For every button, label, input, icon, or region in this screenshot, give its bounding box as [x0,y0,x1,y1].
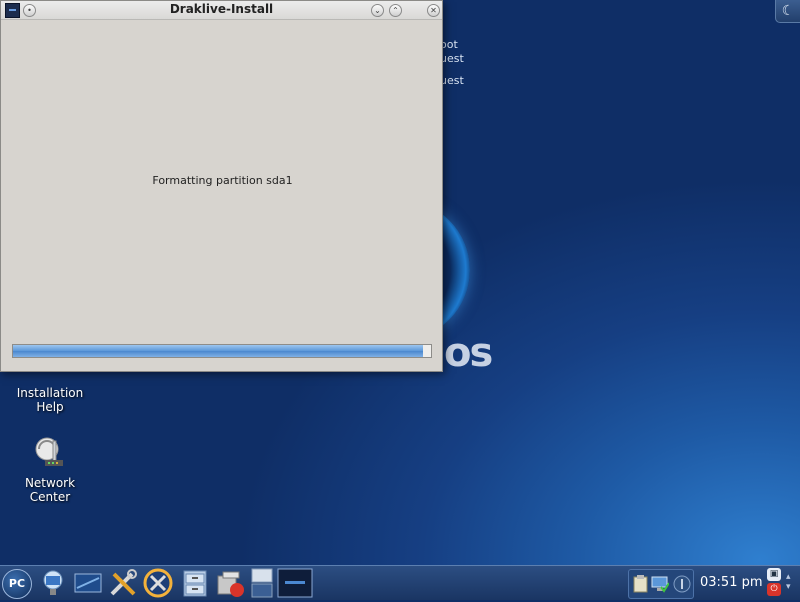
remote-desktop-icon[interactable] [38,568,68,598]
desktop-partial-text: uest [440,74,464,87]
maximize-button[interactable]: ⌃ [389,4,402,17]
desktop-toolbox-button[interactable]: ☾ [775,0,800,23]
desktop-logo-text: os [444,330,493,376]
desktop-icon-label: Installation [16,386,84,400]
system-tray [628,569,694,599]
installer-icon[interactable] [143,568,173,598]
file-cabinet-icon[interactable] [180,568,210,598]
lock-screen-button[interactable]: ▣ [767,568,781,581]
window-titlebar[interactable]: • Draklive-Install ⌄ ⌃ ✕ [1,1,442,20]
power-button[interactable]: ⏻ [767,583,781,596]
minimize-button[interactable]: ⌄ [371,4,384,17]
task-draklive-icon[interactable] [277,568,313,598]
desktop-icon-label: Center [29,490,71,504]
network-center-icon [5,435,95,472]
pager-icon[interactable] [250,568,280,598]
taskbar: PC 03:51 pm ▣ ⏻ ▴ ▾ [0,565,800,600]
installer-window: • Draklive-Install ⌄ ⌃ ✕ Formatting part… [0,0,443,372]
panel-scroll-arrows[interactable]: ▴ ▾ [786,572,796,592]
desktop-icon-network-center[interactable]: Network Center [5,435,95,504]
status-message: Formatting partition sda1 [152,174,293,187]
desktop-icon-installation-help[interactable]: Installation Help [5,372,95,414]
network-status-icon[interactable] [651,575,670,597]
desktop-icon-label: Network [24,476,76,490]
application-menu-button[interactable]: PC [2,569,32,599]
clock[interactable]: 03:51 pm [700,575,763,590]
progress-bar [12,344,432,358]
desktop-partial-text: uest [440,52,464,65]
desktop-icon-label: Help [36,400,64,414]
clipboard-icon[interactable] [633,575,649,597]
software-package-icon[interactable] [215,568,245,598]
display-settings-icon[interactable] [73,568,103,598]
progress-bar-fill [13,345,423,357]
close-button[interactable]: ✕ [427,4,440,17]
tools-icon[interactable] [108,568,138,598]
update-icon[interactable] [673,575,691,597]
